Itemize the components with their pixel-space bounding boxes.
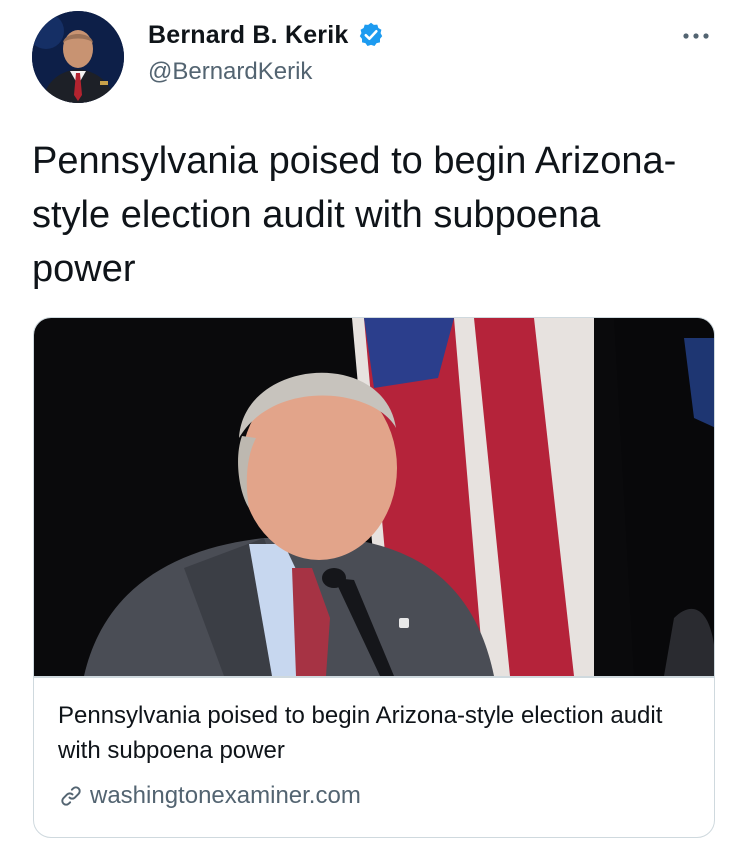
author-name-row: Bernard B. Kerik bbox=[148, 18, 385, 52]
author-handle[interactable]: @BernardKerik bbox=[148, 58, 312, 86]
link-preview-card[interactable]: Pennsylvania poised to begin Arizona-sty… bbox=[33, 317, 715, 838]
verified-badge-icon bbox=[357, 21, 385, 49]
card-image[interactable] bbox=[34, 318, 714, 676]
card-title[interactable]: Pennsylvania poised to begin Arizona-sty… bbox=[58, 698, 688, 768]
author-avatar[interactable] bbox=[32, 11, 124, 103]
tweet-header: Bernard B. Kerik @BernardKerik bbox=[0, 0, 748, 120]
more-options-icon[interactable] bbox=[676, 26, 716, 46]
tweet-text: Pennsylvania poised to begin Arizona-sty… bbox=[32, 140, 677, 290]
card-domain: washingtonexaminer.com bbox=[90, 782, 361, 809]
link-icon bbox=[58, 783, 84, 809]
author-display-name[interactable]: Bernard B. Kerik bbox=[148, 21, 349, 50]
card-divider bbox=[34, 676, 714, 678]
card-domain-row: washingtonexaminer.com bbox=[58, 782, 361, 810]
